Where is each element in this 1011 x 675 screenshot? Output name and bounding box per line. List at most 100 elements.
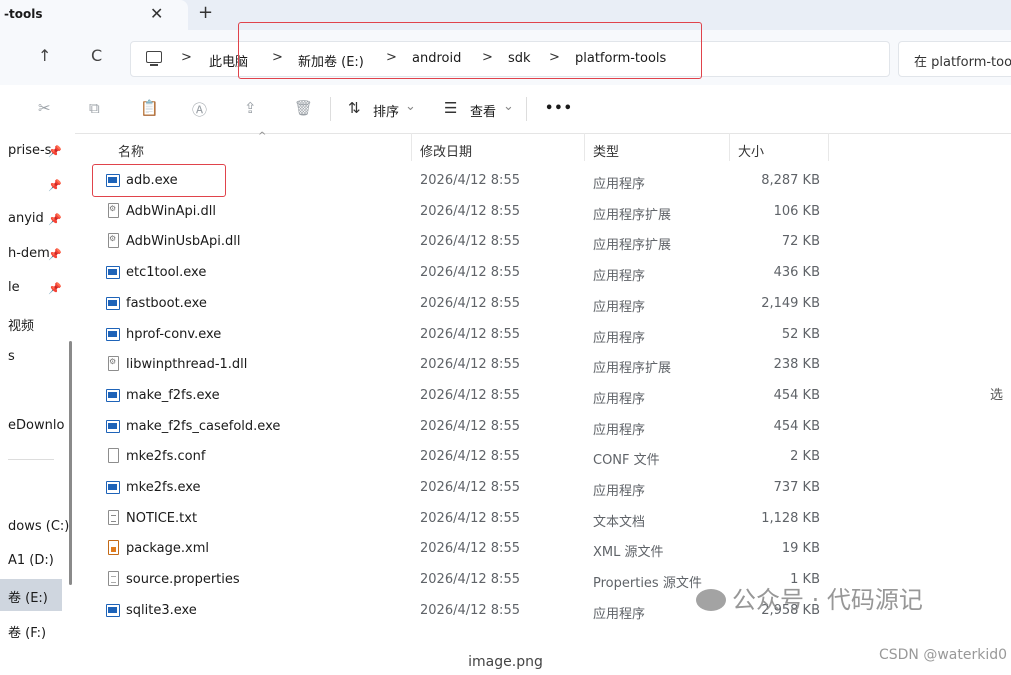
rename-icon[interactable]: Ⓐ [192, 99, 207, 120]
file-row[interactable]: fastboot.exe 2026/4/12 8:55 应用程序 2,149 KB [78, 290, 1011, 320]
chevron-down-icon: ⌄ [503, 99, 514, 114]
column-header-name[interactable]: 名称 [118, 141, 144, 160]
file-date: 2026/4/12 8:55 [420, 173, 520, 188]
file-size: 2 KB [790, 449, 820, 465]
document-icon [108, 448, 119, 464]
view-icon: ☰ [444, 99, 458, 117]
file-date: 2026/4/12 8:55 [420, 357, 520, 373]
refresh-icon[interactable]: C [91, 46, 102, 65]
column-divider[interactable] [411, 133, 412, 161]
search-input[interactable]: 在 platform-tools 中搜索 [898, 41, 1011, 77]
file-name: libwinpthread-1.dll [126, 357, 248, 373]
file-size: 737 KB [773, 480, 820, 495]
file-row[interactable]: etc1tool.exe 2026/4/12 8:55 应用程序 436 KB [78, 259, 1011, 289]
file-row[interactable]: AdbWinApi.dll 2026/4/12 8:55 应用程序扩展 106 KB [78, 198, 1011, 228]
sidebar-item-videos[interactable]: 视频 [8, 315, 34, 334]
file-size: 8,287 KB [761, 173, 820, 188]
sidebar-scrollbar[interactable] [69, 341, 72, 585]
cut-icon[interactable]: ✂ [38, 99, 51, 117]
file-name: make_f2fs_casefold.exe [126, 418, 281, 434]
file-list: 名称 ^ 修改日期 类型 大小 adb.exe 2026/4/12 8:55 应用程… [78, 131, 1011, 643]
command-bar: ✂ ⧉ 📋 Ⓐ ⇪ 🗑 ⇅ 排序 ⌄ ☰ 查看 ⌄ ••• [0, 85, 1011, 134]
file-size: 454 KB [773, 387, 820, 403]
new-tab-icon[interactable]: + [198, 2, 213, 23]
sort-button[interactable]: 排序 [373, 101, 399, 120]
sidebar-item-drive-c[interactable]: dows (C:) [8, 519, 69, 534]
file-date: 2026/4/12 8:55 [420, 295, 520, 311]
file-name: fastboot.exe [126, 295, 207, 311]
sidebar-divider [8, 459, 54, 460]
application-icon [106, 266, 120, 280]
column-divider[interactable] [584, 133, 585, 161]
close-tab-icon[interactable]: ✕ [150, 4, 163, 23]
file-name: AdbWinApi.dll [126, 203, 216, 219]
details-pane-text: 选 [990, 388, 1004, 403]
sidebar-item-drive-f[interactable]: 卷 (F:) [8, 622, 46, 641]
more-options-button[interactable]: ••• [545, 101, 573, 116]
file-date: 2026/4/12 8:55 [420, 510, 520, 526]
file-row[interactable]: make_f2fs_casefold.exe 2026/4/12 8:55 应用程序… [78, 413, 1011, 443]
file-row[interactable]: NOTICE.txt 2026/4/12 8:55 文本文档 1,128 KB [78, 505, 1011, 535]
sidebar-item[interactable]: s [8, 349, 15, 364]
file-type: 应用程序 [593, 391, 646, 407]
copy-icon[interactable]: ⧉ [89, 99, 100, 117]
file-date: 2026/4/12 8:55 [420, 602, 520, 618]
image-caption: image.png [468, 654, 543, 670]
sidebar-item[interactable]: prise-s [8, 143, 51, 158]
column-divider[interactable] [729, 133, 730, 161]
file-date: 2026/4/12 8:55 [420, 387, 520, 403]
column-divider[interactable] [828, 133, 829, 161]
file-row[interactable]: make_f2fs.exe 2026/4/12 8:55 应用程序 454 KB [78, 382, 1011, 412]
file-size: 454 KB [773, 418, 820, 434]
file-name: mke2fs.exe [126, 480, 201, 495]
chevron-down-icon: ⌄ [405, 99, 416, 114]
file-date: 2026/4/12 8:55 [420, 449, 520, 465]
file-row[interactable]: mke2fs.conf 2026/4/12 8:55 CONF 文件 2 KB [78, 443, 1011, 473]
pin-icon: 📌 [48, 282, 62, 295]
file-date: 2026/4/12 8:55 [420, 265, 520, 281]
file-size: 52 KB [781, 326, 820, 342]
csdn-watermark: CSDN @waterkid0 [878, 647, 1007, 663]
tab-platform-tools[interactable]: -tools ✕ [0, 0, 188, 30]
watermark: 公众号 · 代码源记 [696, 580, 923, 615]
column-header-date[interactable]: 修改日期 [420, 141, 472, 160]
search-placeholder: 在 platform-tools 中搜索 [914, 55, 1011, 70]
file-row[interactable]: package.xml 2026/4/12 8:55 XML 源文件 19 KB [78, 535, 1011, 565]
pin-icon: 📌 [48, 213, 62, 226]
column-header-size[interactable]: 大小 [738, 141, 764, 160]
view-button[interactable]: 查看 [470, 101, 496, 120]
adb-exe-highlight [92, 164, 226, 197]
delete-icon[interactable]: 🗑 [294, 99, 313, 117]
up-arrow-icon[interactable]: ↑ [38, 46, 51, 65]
file-size: 436 KB [773, 265, 820, 281]
column-header-type[interactable]: 类型 [593, 141, 619, 160]
sidebar-item[interactable]: h-dem [8, 246, 50, 261]
sidebar-item[interactable]: eDownlo [8, 418, 64, 433]
file-type: 应用程序 [593, 269, 646, 285]
file-name: AdbWinUsbApi.dll [126, 234, 241, 250]
navigation-pane: prise-s 📌 📌 anyid 📌 h-dem 📌 le 📌 视频 s eD… [0, 133, 75, 643]
sidebar-item[interactable]: le [8, 280, 20, 295]
computer-icon [146, 51, 162, 66]
paste-icon[interactable]: 📋 [140, 99, 159, 117]
file-type: 应用程序 [593, 484, 646, 499]
toolbar-divider [330, 97, 331, 121]
file-row[interactable]: AdbWinUsbApi.dll 2026/4/12 8:55 应用程序扩展 72 K… [78, 228, 1011, 258]
file-row[interactable]: mke2fs.exe 2026/4/12 8:55 应用程序 737 KB [78, 474, 1011, 504]
file-type: 文本文档 [593, 514, 646, 530]
share-icon[interactable]: ⇪ [244, 99, 257, 117]
sidebar-item-drive-d[interactable]: A1 (D:) [8, 553, 54, 568]
application-icon [106, 327, 120, 341]
file-row[interactable]: hprof-conv.exe 2026/4/12 8:55 应用程序 52 KB [78, 321, 1011, 351]
sidebar-item[interactable]: anyid [8, 211, 44, 226]
file-row[interactable]: libwinpthread-1.dll 2026/4/12 8:55 应用程序扩展 2… [78, 351, 1011, 381]
file-size: 72 KB [781, 234, 820, 250]
sidebar-item-drive-e[interactable]: 卷 (E:) [8, 587, 48, 606]
file-name: mke2fs.conf [126, 449, 206, 465]
file-date: 2026/4/12 8:55 [420, 234, 520, 250]
file-type: 应用程序 [593, 177, 646, 192]
file-size: 19 KB [781, 541, 820, 557]
file-type: CONF 文件 [593, 453, 660, 469]
pin-icon: 📌 [48, 145, 62, 158]
file-date: 2026/4/12 8:55 [420, 480, 520, 495]
